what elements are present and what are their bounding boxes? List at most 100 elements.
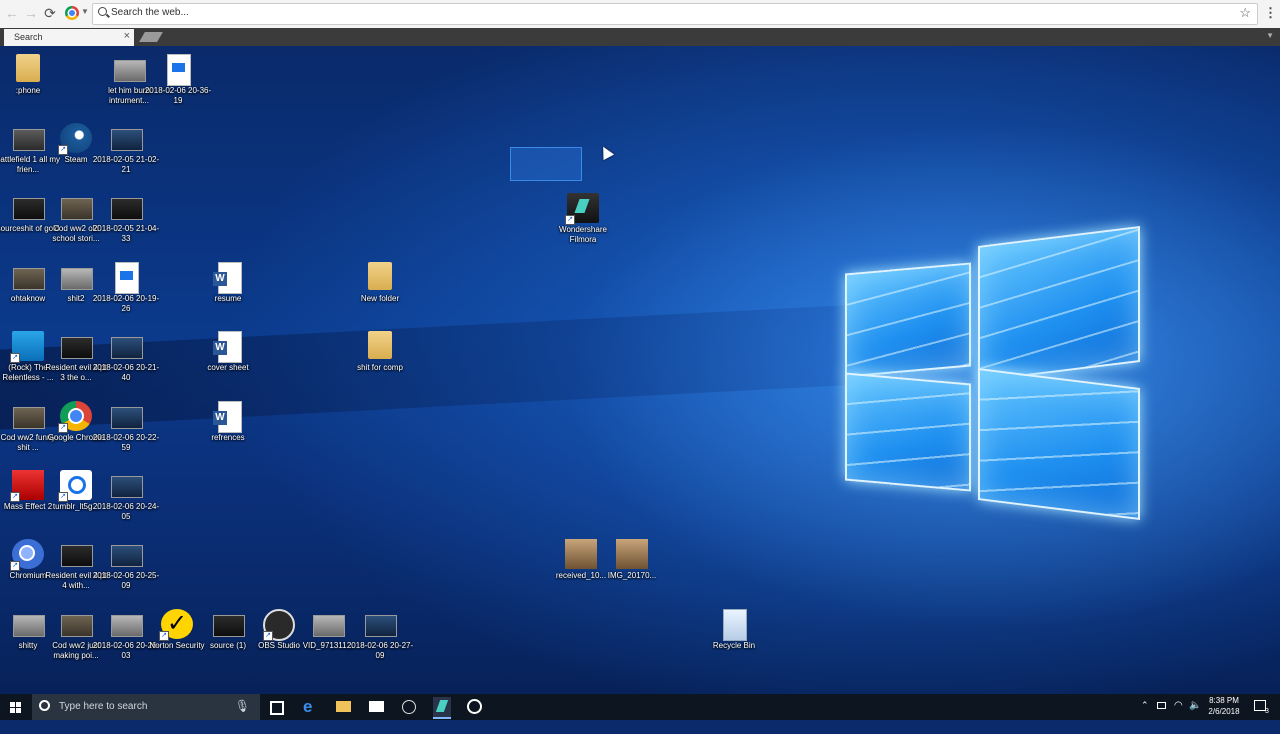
shortcut-arrow-icon: ↗ — [10, 353, 20, 363]
icon-cover-sheet[interactable]: cover sheet — [200, 325, 256, 385]
windows-start-button[interactable] — [0, 694, 32, 720]
chrome-icon: ↗ — [58, 401, 92, 433]
clip-icon — [167, 54, 191, 86]
video-icon — [111, 337, 143, 359]
video-icon — [111, 129, 143, 151]
chevron-down-icon[interactable]: ▼ — [81, 7, 89, 16]
network-icon[interactable]: ◠ — [1174, 700, 1183, 726]
tumblr-icon: ↗ — [58, 470, 92, 502]
reload-button[interactable]: ⟳ — [42, 5, 58, 21]
shortcut-arrow-icon: ↗ — [58, 492, 68, 502]
recycle-icon — [723, 609, 747, 641]
video-icon — [13, 198, 45, 220]
back-button[interactable]: ← — [4, 5, 20, 21]
video-icon — [365, 615, 397, 637]
icon-2018-02-06-20-27-09[interactable]: 2018-02-06 20-27-09 — [347, 603, 413, 663]
icon-norton[interactable]: ↗Norton Security — [149, 603, 205, 663]
steam-icon: ↗ — [58, 123, 92, 155]
icon-received[interactable]: received_10... — [553, 533, 609, 593]
icon-2018-02-05-21-02-21[interactable]: 2018-02-05 21-02-21 — [93, 117, 159, 177]
word-icon — [213, 401, 242, 433]
desktop[interactable]: :phone let him burn intrument... 2018-02-0… — [0, 46, 1280, 694]
chevron-down-icon[interactable]: ▼ — [1266, 31, 1274, 40]
desktop-icon-label: resume — [214, 294, 242, 303]
icon-2018-02-06-20-24-05[interactable]: 2018-02-06 20-24-05 — [93, 464, 159, 524]
icon-recycle-bin[interactable]: Recycle Bin — [706, 603, 762, 663]
mass-icon: ↗ — [10, 470, 44, 502]
battery-icon[interactable] — [1157, 702, 1166, 709]
icon-2018-02-06-20-22-59[interactable]: 2018-02-06 20-22-59 — [93, 395, 159, 455]
new-tab-button[interactable] — [139, 32, 163, 42]
desktop-icon-label: 2018-02-06 20-22-59 — [92, 433, 160, 452]
desktop-icon-label: IMG_20170... — [607, 571, 657, 580]
taskbar-search-placeholder[interactable]: Type here to search — [59, 701, 147, 712]
icon-phone[interactable]: :phone — [0, 48, 56, 108]
address-bar[interactable]: Search the web... ☆ — [92, 3, 1258, 25]
tab-search[interactable]: Search × — [4, 29, 134, 46]
icon-2018-02-06-20-26-03[interactable]: 2018-02-06 20-26-03 — [93, 603, 159, 663]
desktop-icon-label: 2018-02-06 20-25-09 — [92, 571, 160, 590]
desktop-icon-label: Wondershare Filmora — [559, 225, 607, 244]
taskbar: Type here to search 🎙 e ⌃ ◠ 🔈 8:38 PM 2/… — [0, 694, 1280, 720]
desktop-icon-label: 2018-02-06 20-36-19 — [144, 86, 212, 105]
desktop-icon-label: cover sheet — [207, 363, 249, 372]
video-icon — [13, 268, 45, 290]
tab-strip: Search × ▼ — [0, 28, 1280, 46]
bookmark-star-icon[interactable]: ☆ — [1239, 5, 1251, 21]
icon-obs-studio[interactable]: ↗ OBS Studio — [251, 603, 307, 663]
windows-logo-pane — [978, 368, 1140, 520]
address-bar-text[interactable]: Search the web... — [111, 7, 189, 18]
icon-2018-02-06-20-21-40[interactable]: 2018-02-06 20-21-40 — [93, 325, 159, 385]
word-icon — [213, 262, 242, 294]
close-icon[interactable]: × — [124, 30, 130, 42]
icon-2018-02-06-20-25-09[interactable]: 2018-02-06 20-25-09 — [93, 533, 159, 593]
browser-menu-button[interactable]: ⋮ — [1264, 5, 1277, 21]
selection-rectangle — [510, 147, 582, 181]
system-clock[interactable]: 8:38 PM 2/6/2018 — [1200, 695, 1248, 717]
filmora-icon: ↗ — [565, 193, 599, 225]
browser-toolbar: ← → ⟳ ▼ Search the web... ☆ ⋮ — [0, 0, 1280, 28]
taskbar-search-box[interactable]: Type here to search 🎙 — [32, 694, 260, 720]
icon-shit-for-comp[interactable]: shit for comp — [352, 325, 408, 385]
notification-count: 3 — [1265, 708, 1269, 715]
icon-2018-02-06-20-19-26[interactable]: 2018-02-06 20-19-26 — [93, 256, 159, 316]
video-icon — [13, 407, 45, 429]
photo-icon — [565, 539, 597, 569]
desktop-icon-label: Recycle Bin — [712, 641, 756, 650]
icon-source-1[interactable]: source (1) — [200, 603, 256, 663]
desktop-icon-label: shit for comp — [357, 363, 403, 372]
shortcut-arrow-icon: ↗ — [159, 631, 169, 641]
icon-2018-02-05-21-04-33[interactable]: 2018-02-05 21-04-33 — [93, 186, 159, 246]
task-view-icon[interactable] — [270, 701, 284, 715]
clip-icon — [115, 262, 139, 294]
edge-icon[interactable]: e — [303, 698, 321, 716]
chrome-icon[interactable] — [65, 6, 79, 20]
icon-wondershare-filmora[interactable]: ↗ Wondershare Filmora — [555, 187, 611, 247]
video-icon — [61, 337, 93, 359]
video-icon — [13, 129, 45, 151]
shortcut-arrow-icon: ↗ — [10, 561, 20, 571]
icon-refrences[interactable]: refrences — [200, 395, 256, 455]
video-icon — [13, 615, 45, 637]
video-icon — [61, 268, 93, 290]
desktop-icon-label: 2018-02-06 20-21-40 — [92, 363, 160, 382]
desktop-icon-label: New folder — [360, 294, 400, 303]
windows-logo-pane — [978, 226, 1140, 382]
file-explorer-icon[interactable] — [336, 701, 351, 712]
video-icon — [111, 615, 143, 637]
icon-2018-02-06-20-36-19[interactable]: 2018-02-06 20-36-19 — [145, 48, 211, 108]
folder-icon — [16, 54, 40, 82]
mail-icon[interactable] — [369, 701, 384, 712]
microphone-icon[interactable]: 🎙 — [235, 699, 250, 713]
windows-logo-pane — [845, 372, 971, 492]
show-hidden-icons-icon[interactable]: ⌃ — [1141, 700, 1149, 726]
icon-img-20170[interactable]: IMG_20170... — [604, 533, 660, 593]
icon-resume[interactable]: resume — [200, 256, 256, 316]
xbox-icon[interactable] — [467, 699, 482, 714]
steam-taskbar-icon[interactable] — [402, 700, 416, 714]
forward-button[interactable]: → — [23, 5, 39, 21]
desktop-icon-label: 2018-02-06 20-27-09 — [346, 641, 414, 660]
icon-new-folder[interactable]: New folder — [352, 256, 408, 316]
filmora-taskbar-icon[interactable] — [433, 697, 451, 719]
desktop-icon-label: 2018-02-05 21-02-21 — [92, 155, 160, 174]
